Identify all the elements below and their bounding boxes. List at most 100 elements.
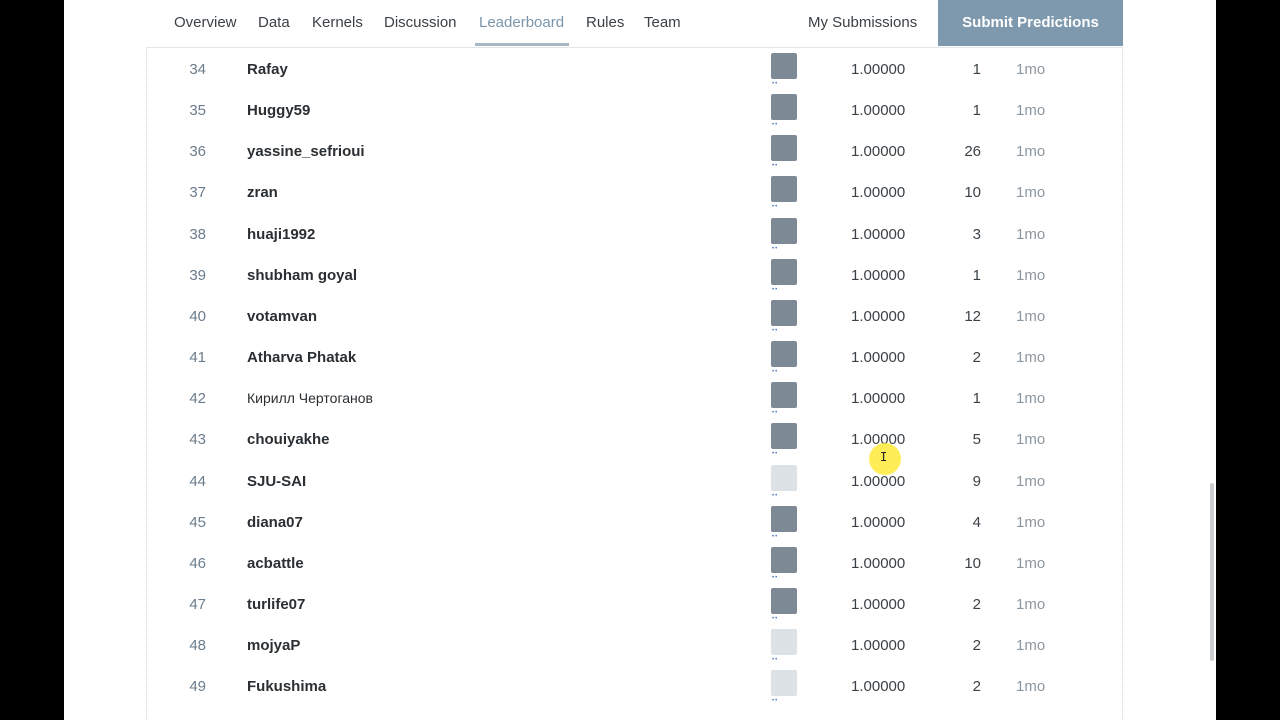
member-avatar[interactable] (771, 670, 797, 696)
entries-cell: 2 (972, 596, 981, 613)
member-avatar[interactable] (771, 259, 797, 285)
tab-overview[interactable]: Overview (174, 0, 237, 46)
entries-cell: 26 (964, 143, 981, 160)
team-name-link[interactable]: turlife07 (247, 596, 305, 613)
rank-cell: 40 (189, 308, 206, 325)
entries-cell: 12 (964, 308, 981, 325)
leaderboard-row: 46 acbattle •• 1.00000 10 1mo (146, 543, 1123, 584)
team-name-link[interactable]: Huggy59 (247, 102, 310, 119)
team-name-link[interactable]: Atharva Phatak (247, 349, 356, 366)
avatar-tier-icon: •• (772, 204, 779, 210)
entries-cell: 9 (972, 473, 981, 490)
member-avatar[interactable] (771, 506, 797, 532)
team-name-link[interactable]: Кирилл Чертоганов (247, 390, 373, 406)
last-submission-cell: 1mo (1016, 267, 1046, 284)
member-avatar[interactable] (771, 588, 797, 614)
rank-cell: 35 (189, 102, 206, 119)
tab-kernels[interactable]: Kernels (312, 0, 363, 46)
leaderboard-row: 39 shubham goyal •• 1.00000 1 1mo (146, 255, 1123, 296)
team-name-link[interactable]: SJU-SAI (247, 473, 306, 490)
score-cell: 1.00000 (851, 637, 906, 654)
rank-cell: 49 (189, 678, 206, 695)
entries-cell: 4 (972, 514, 981, 531)
rank-cell: 43 (189, 431, 206, 448)
leaderboard-row: 42 Кирилл Чертоганов •• 1.00000 1 1mo (146, 378, 1123, 419)
tab-leaderboard[interactable]: Leaderboard (479, 0, 564, 46)
last-submission-cell: 1mo (1016, 473, 1046, 490)
rank-cell: 36 (189, 143, 206, 160)
member-avatar[interactable] (771, 382, 797, 408)
avatar-tier-icon: •• (772, 657, 779, 663)
last-submission-cell: 1mo (1016, 308, 1046, 325)
last-submission-cell: 1mo (1016, 637, 1046, 654)
avatar-tier-icon: •• (772, 328, 779, 334)
team-name-link[interactable]: shubham goyal (247, 267, 357, 284)
score-cell: 1.00000 (851, 61, 906, 78)
member-avatar[interactable] (771, 176, 797, 202)
leaderboard-row: 35 Huggy59 •• 1.00000 1 1mo (146, 90, 1123, 131)
submit-predictions-button[interactable]: Submit Predictions (938, 0, 1123, 46)
letterbox-right (1216, 0, 1280, 720)
avatar-tier-icon: •• (772, 451, 779, 457)
active-tab-indicator (475, 43, 569, 46)
team-name-link[interactable]: chouiyakhe (247, 431, 330, 448)
team-name-link[interactable]: diana07 (247, 514, 303, 531)
team-name-link[interactable]: votamvan (247, 308, 317, 325)
rank-cell: 41 (189, 349, 206, 366)
member-avatar[interactable] (771, 135, 797, 161)
member-avatar[interactable] (771, 53, 797, 79)
score-cell: 1.00000 (851, 226, 906, 243)
team-name-link[interactable]: Rafay (247, 61, 288, 78)
entries-cell: 2 (972, 678, 981, 695)
member-avatar[interactable] (771, 341, 797, 367)
team-name-link[interactable]: zran (247, 184, 278, 201)
score-cell: 1.00000 (851, 596, 906, 613)
last-submission-cell: 1mo (1016, 226, 1046, 243)
member-avatar[interactable] (771, 218, 797, 244)
tab-data[interactable]: Data (258, 0, 290, 46)
tab-rules[interactable]: Rules (586, 0, 624, 46)
avatar-tier-icon: •• (772, 287, 779, 293)
avatar-tier-icon: •• (772, 122, 779, 128)
last-submission-cell: 1mo (1016, 184, 1046, 201)
score-cell: 1.00000 (851, 308, 906, 325)
rank-cell: 48 (189, 637, 206, 654)
last-submission-cell: 1mo (1016, 431, 1046, 448)
entries-cell: 10 (964, 555, 981, 572)
team-name-link[interactable]: Fukushima (247, 678, 326, 695)
last-submission-cell: 1mo (1016, 555, 1046, 572)
score-cell: 1.00000 (851, 143, 906, 160)
rank-cell: 42 (189, 390, 206, 407)
team-name-link[interactable]: yassine_sefrioui (247, 143, 365, 160)
avatar-tier-icon: •• (772, 163, 779, 169)
rank-cell: 34 (189, 61, 206, 78)
entries-cell: 3 (972, 226, 981, 243)
rank-cell: 39 (189, 267, 206, 284)
team-name-link[interactable]: mojyaP (247, 637, 300, 654)
member-avatar[interactable] (771, 629, 797, 655)
team-name-link[interactable]: acbattle (247, 555, 304, 572)
tab-discussion[interactable]: Discussion (384, 0, 457, 46)
member-avatar[interactable] (771, 465, 797, 491)
member-avatar[interactable] (771, 94, 797, 120)
last-submission-cell: 1mo (1016, 514, 1046, 531)
leaderboard-row: 40 votamvan •• 1.00000 12 1mo (146, 296, 1123, 337)
rank-cell: 45 (189, 514, 206, 531)
letterbox-left (0, 0, 64, 720)
team-name-link[interactable]: huaji1992 (247, 226, 315, 243)
entries-cell: 1 (972, 390, 981, 407)
member-avatar[interactable] (771, 423, 797, 449)
member-avatar[interactable] (771, 547, 797, 573)
leaderboard-row: 34 Rafay •• 1.00000 1 1mo (146, 49, 1123, 90)
my-submissions-link[interactable]: My Submissions (808, 0, 917, 46)
avatar-tier-icon: •• (772, 246, 779, 252)
avatar-tier-icon: •• (772, 493, 779, 499)
avatar-tier-icon: •• (772, 698, 779, 704)
leaderboard-row: 36 yassine_sefrioui •• 1.00000 26 1mo (146, 131, 1123, 172)
last-submission-cell: 1mo (1016, 596, 1046, 613)
tab-team[interactable]: Team (644, 0, 681, 46)
entries-cell: 10 (964, 184, 981, 201)
scrollbar-thumb[interactable] (1210, 483, 1214, 661)
member-avatar[interactable] (771, 300, 797, 326)
entries-cell: 1 (972, 102, 981, 119)
